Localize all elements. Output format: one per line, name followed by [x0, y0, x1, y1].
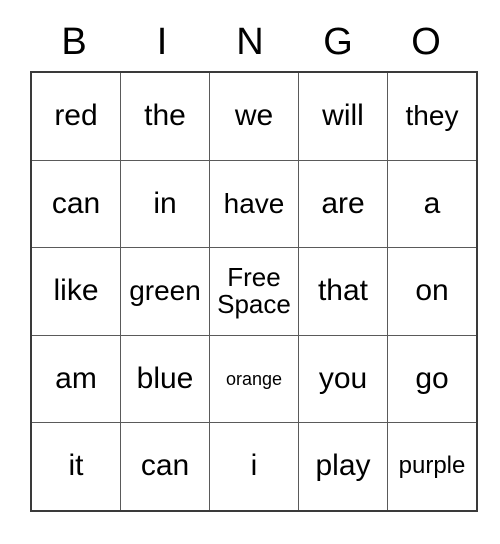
bingo-row: red the we will they: [30, 71, 478, 161]
bingo-cell[interactable]: on: [387, 247, 478, 336]
bingo-cell-label: a: [423, 186, 441, 220]
bingo-row: it can i play purple: [30, 422, 478, 512]
bingo-cell-label: green: [129, 275, 201, 307]
bingo-cell[interactable]: it: [30, 422, 121, 512]
bingo-cell[interactable]: can: [120, 422, 210, 512]
bingo-cell[interactable]: i: [209, 422, 299, 512]
bingo-cell-free-space[interactable]: Free Space: [209, 247, 299, 336]
bingo-cell-label: in: [153, 186, 177, 220]
bingo-cell[interactable]: go: [387, 334, 478, 424]
bingo-cell[interactable]: are: [298, 159, 388, 249]
bingo-header-letter-i: I: [156, 20, 168, 63]
bingo-header-letter-g: G: [323, 20, 353, 63]
bingo-cell[interactable]: play: [298, 422, 388, 512]
bingo-cell[interactable]: in: [120, 159, 210, 249]
bingo-cell[interactable]: blue: [120, 334, 210, 424]
bingo-cell-label: can: [140, 449, 190, 483]
bingo-cell[interactable]: have: [209, 159, 299, 249]
bingo-cell-label: the: [144, 99, 186, 132]
bingo-header-letter-o: O: [411, 20, 441, 63]
bingo-header-letter-n: N: [236, 20, 264, 63]
bingo-cell-label: we: [234, 99, 274, 132]
bingo-cell-label: play: [315, 449, 371, 483]
bingo-cell[interactable]: green: [120, 247, 210, 336]
bingo-cell-label: red: [54, 99, 98, 132]
bingo-cell-label: you: [318, 361, 368, 395]
bingo-cell[interactable]: we: [209, 71, 299, 161]
bingo-cell[interactable]: a: [387, 159, 478, 249]
bingo-row: am blue orange you go: [30, 334, 478, 424]
bingo-cell[interactable]: they: [387, 71, 478, 161]
bingo-cell-label: purple: [398, 452, 466, 480]
bingo-cell[interactable]: orange: [209, 334, 299, 424]
bingo-cell-label: it: [68, 449, 84, 483]
bingo-cell-label: on: [415, 274, 449, 308]
bingo-grid: red the we will they can in have are a l…: [30, 71, 478, 512]
bingo-cell-label: am: [55, 361, 97, 395]
bingo-row: like green Free Space that on: [30, 247, 478, 336]
bingo-cell[interactable]: purple: [387, 422, 478, 512]
bingo-cell-label: will: [322, 99, 364, 132]
bingo-cell[interactable]: can: [30, 159, 121, 249]
bingo-cell[interactable]: you: [298, 334, 388, 424]
bingo-cell[interactable]: will: [298, 71, 388, 161]
bingo-cell[interactable]: the: [120, 71, 210, 161]
bingo-cell-label: i: [250, 449, 258, 483]
bingo-cell-label: that: [317, 274, 369, 308]
bingo-cell[interactable]: red: [30, 71, 121, 161]
bingo-cell-label: are: [321, 186, 365, 220]
bingo-cell-label: can: [51, 186, 101, 220]
bingo-cell[interactable]: am: [30, 334, 121, 424]
bingo-cell-label: blue: [136, 361, 194, 395]
bingo-cell-label: like: [53, 274, 99, 308]
bingo-row: can in have are a: [30, 159, 478, 249]
bingo-cell-label: they: [405, 100, 459, 132]
bingo-card: B I N G O red the we will they can in ha…: [30, 12, 478, 512]
bingo-cell-label: go: [415, 361, 449, 395]
bingo-header-row: B I N G O: [30, 12, 470, 71]
bingo-cell-label: orange: [225, 368, 283, 389]
bingo-cell[interactable]: like: [30, 247, 121, 336]
bingo-cell-label: have: [223, 187, 285, 219]
bingo-cell[interactable]: that: [298, 247, 388, 336]
bingo-free-space-label: Free Space: [217, 262, 291, 320]
bingo-header-letter-b: B: [61, 20, 87, 63]
